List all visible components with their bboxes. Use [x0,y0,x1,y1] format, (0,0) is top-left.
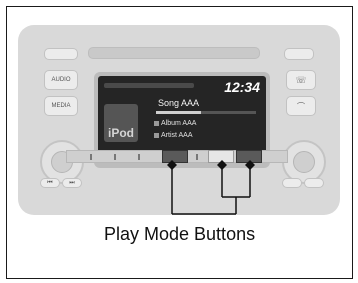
callout-marker-2 [217,160,227,170]
callout-label: Play Mode Buttons [104,224,256,244]
callout-marker-1 [167,160,177,170]
callout-marker-3 [245,160,255,170]
